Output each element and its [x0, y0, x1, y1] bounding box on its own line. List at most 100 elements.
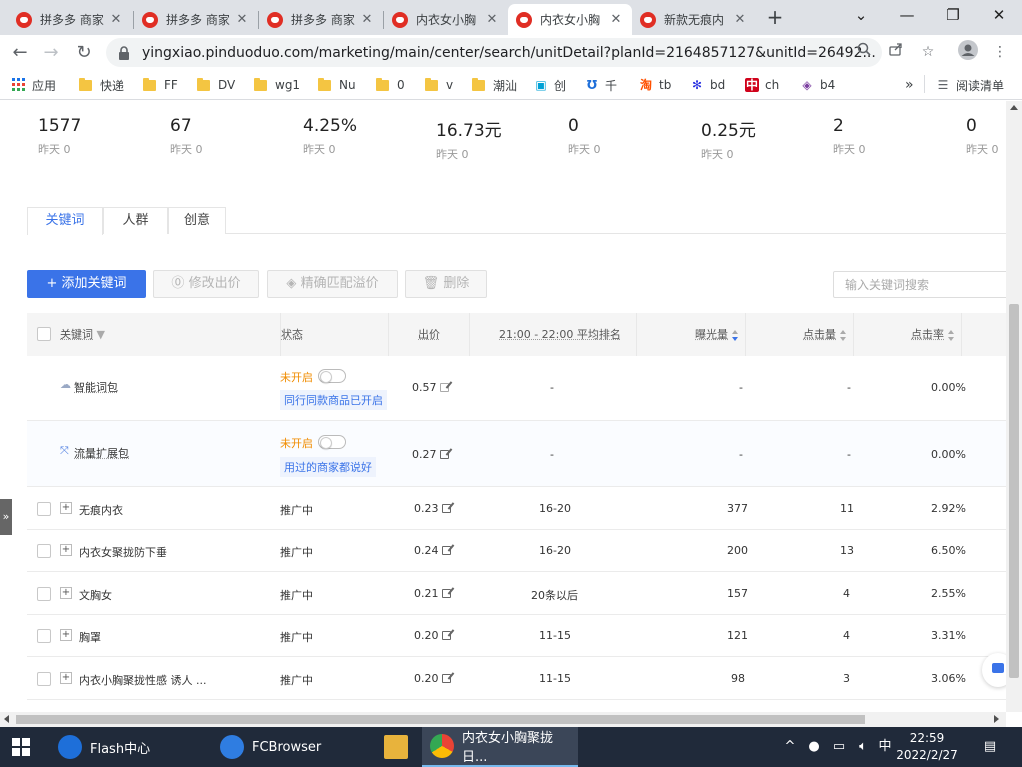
bookmark-folder[interactable]: Nu	[318, 75, 356, 95]
expand-plus-icon[interactable]: +	[60, 629, 72, 641]
share-icon[interactable]	[884, 40, 908, 64]
ime-indicator[interactable]: 中	[874, 727, 896, 767]
bookmark-baidu[interactable]: ✻ bd	[690, 75, 725, 95]
expand-plus-icon[interactable]: +	[60, 672, 72, 684]
volume-icon[interactable]: 🔈︎	[852, 727, 874, 767]
minimize-button[interactable]: —	[884, 0, 930, 32]
bid-cell[interactable]: 0.23	[414, 502, 451, 515]
package-toggle-switch[interactable]	[318, 369, 346, 383]
horizontal-scrollbar[interactable]	[0, 712, 1006, 727]
expand-plus-icon[interactable]: +	[60, 587, 72, 599]
close-tab-icon[interactable]: ✕	[359, 12, 375, 27]
row-checkbox[interactable]	[37, 629, 51, 643]
bookmark-qianniu[interactable]: Ʊ千	[585, 75, 617, 95]
edit-icon[interactable]	[441, 631, 451, 640]
modify-bid-button[interactable]: ⓪ 修改出价	[153, 270, 259, 298]
scrollbar-thumb[interactable]	[1009, 304, 1019, 678]
browser-tab-2[interactable]: 拼多多 商家 ✕	[134, 4, 258, 35]
bid-cell[interactable]: 0.24	[414, 544, 451, 557]
bid-cell[interactable]: 0.21	[414, 587, 451, 600]
qq-penguin-icon[interactable]: ●	[803, 727, 825, 767]
show-hidden-icons-chevron[interactable]: ^	[780, 727, 800, 767]
menu-kebab-icon[interactable]: ⋮	[988, 40, 1012, 64]
table-row[interactable]: + 内衣女聚拢防下垂 推广中 0.24 16-20 200 13 6.50%	[27, 530, 1006, 572]
taskbar-fcbrowser[interactable]: FCBrowser	[212, 727, 372, 767]
system-clock[interactable]: 22:59 2022/2/27	[896, 730, 958, 764]
tab-audience[interactable]: 人群	[103, 207, 168, 234]
bookmark-folder[interactable]: FF	[143, 75, 178, 95]
col-impressions[interactable]: 曝光量	[695, 313, 739, 356]
notification-center-icon[interactable]: ▤	[976, 727, 1004, 767]
network-icon[interactable]: ▭	[828, 727, 850, 767]
profile-avatar-icon[interactable]	[956, 40, 980, 64]
scroll-left-arrow-icon[interactable]	[4, 715, 9, 723]
col-ctr[interactable]: 点击率	[911, 313, 955, 356]
scrollbar-thumb[interactable]	[16, 715, 865, 724]
bookmark-bilibili[interactable]: ▣ 创	[534, 75, 566, 95]
close-tab-icon[interactable]: ✕	[108, 12, 124, 27]
close-tab-icon[interactable]: ✕	[234, 12, 250, 27]
expand-plus-icon[interactable]: +	[60, 502, 72, 514]
bid-cell[interactable]: 0.57	[412, 381, 449, 394]
tab-creative[interactable]: 创意	[168, 207, 226, 234]
reading-list-button[interactable]: ☰ 阅读清单	[936, 75, 1004, 95]
side-panel-expand-handle[interactable]: »	[0, 499, 12, 535]
bookmark-ch[interactable]: 中 ch	[745, 75, 779, 95]
table-row[interactable]: + 内衣小胸聚拢性感 诱人 ... 推广中 0.20 11-15 98 3 3.…	[27, 657, 1006, 700]
row-checkbox[interactable]	[37, 672, 51, 686]
browser-tab-3[interactable]: 拼多多 商家 ✕	[259, 4, 383, 35]
reload-icon[interactable]: ↻	[70, 39, 98, 67]
bookmark-b4[interactable]: ◈ b4	[800, 75, 835, 95]
zoom-icon[interactable]	[852, 40, 876, 64]
edit-icon[interactable]	[441, 546, 451, 555]
col-clicks[interactable]: 点击量	[803, 313, 847, 356]
scroll-up-arrow-icon[interactable]	[1010, 105, 1018, 110]
bid-cell[interactable]: 0.20	[414, 672, 451, 685]
bookmark-taobao[interactable]: 淘 tb	[639, 75, 671, 95]
col-keyword[interactable]: 关键词 ▼	[60, 313, 105, 356]
tab-keywords[interactable]: 关键词	[27, 207, 103, 235]
bookmark-folder[interactable]: 快递	[79, 75, 124, 95]
vertical-scrollbar[interactable]	[1006, 101, 1022, 712]
table-row[interactable]: + 无痕内衣 推广中 0.23 16-20 377 11 2.92%	[27, 487, 1006, 530]
bookmark-folder[interactable]: 潮汕	[472, 75, 517, 95]
expand-plus-icon[interactable]: +	[60, 544, 72, 556]
package-toggle-switch[interactable]	[318, 435, 346, 449]
back-arrow-icon[interactable]: ←	[6, 39, 34, 67]
taskbar-flash-center[interactable]: Flash中心	[50, 727, 210, 767]
table-row[interactable]: + 文胸女 推广中 0.21 20条以后 157 4 2.55%	[27, 572, 1006, 615]
browser-tab-4[interactable]: 内衣女小胸 ✕	[384, 4, 508, 35]
select-all-checkbox[interactable]	[37, 327, 51, 341]
bookmark-folder[interactable]: v	[425, 75, 453, 95]
address-bar[interactable]: yingxiao.pinduoduo.com/marketing/main/ce…	[106, 38, 882, 67]
filter-funnel-icon[interactable]: ▼	[97, 328, 105, 341]
sort-icon[interactable]	[840, 329, 847, 341]
more-bookmarks-chevron[interactable]: »	[905, 75, 914, 95]
row-checkbox[interactable]	[37, 502, 51, 516]
close-window-button[interactable]: ✕	[976, 0, 1022, 32]
row-checkbox[interactable]	[37, 587, 51, 601]
edit-icon[interactable]	[439, 383, 449, 392]
delete-button[interactable]: 🗑︎ 删除	[405, 270, 487, 298]
bookmark-star-icon[interactable]: ☆	[916, 40, 940, 64]
tab-search-chevron-icon[interactable]: ⌄	[838, 0, 884, 32]
sort-icon[interactable]	[948, 329, 955, 341]
edit-icon[interactable]	[441, 589, 451, 598]
browser-tab-6[interactable]: 新款无痕内 ✕	[632, 4, 756, 35]
bookmark-folder[interactable]: DV	[197, 75, 235, 95]
close-tab-icon[interactable]: ✕	[732, 12, 748, 27]
taskbar-file-explorer[interactable]	[376, 727, 416, 767]
add-keyword-button[interactable]: + 添加关键词	[27, 270, 146, 298]
edit-icon[interactable]	[441, 674, 451, 683]
bid-cell[interactable]: 0.20	[414, 629, 451, 642]
browser-tab-5-active[interactable]: 内衣女小胸 ✕	[508, 4, 632, 35]
windows-start-icon[interactable]	[12, 738, 30, 756]
bookmark-folder[interactable]: 0	[376, 75, 405, 95]
bookmark-folder[interactable]: wg1	[254, 75, 300, 95]
keyword-search-input[interactable]	[833, 271, 1006, 298]
browser-tab-1[interactable]: 拼多多 商家 ✕	[8, 4, 132, 35]
bookmark-apps[interactable]: 应用	[12, 75, 56, 95]
table-row[interactable]: + 胸罩 推广中 0.20 11-15 121 4 3.31%	[27, 615, 1006, 657]
taskbar-chrome[interactable]: 内衣女小胸聚拢日...	[422, 727, 578, 767]
row-checkbox[interactable]	[37, 544, 51, 558]
